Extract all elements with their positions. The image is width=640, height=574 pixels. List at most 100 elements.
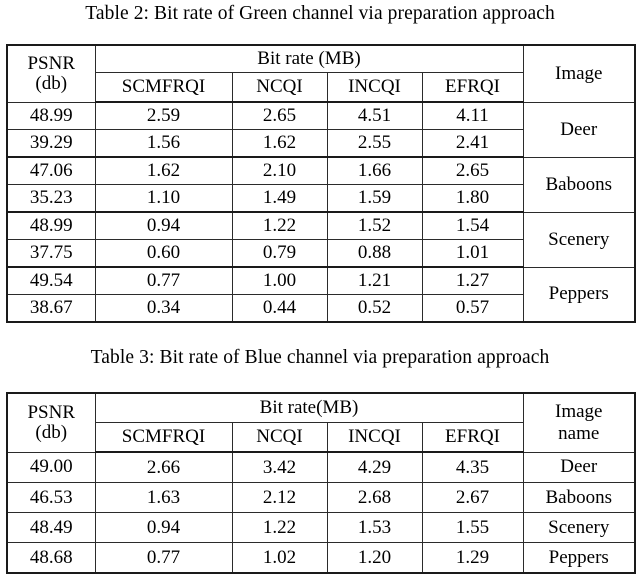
cell-efrqi: 1.80 [421,184,524,213]
cell-image-name: Deer [522,451,636,483]
cell-efrqi: 1.27 [421,266,524,295]
cell-scmfrqi: 1.62 [94,156,233,185]
cell-psnr: 47.06 [6,156,96,185]
cell-ncqi: 1.62 [231,129,328,158]
cell-scmfrqi: 0.77 [94,266,233,295]
cell-incqi: 0.52 [326,294,423,323]
table-row: 49.00 2.66 3.42 4.29 4.35 Deer [6,451,636,483]
cell-efrqi: 1.55 [421,512,524,543]
cell-image-name: Baboons [522,482,636,513]
table-2-header-row-1: PSNR (db) Bit rate (MB) Image [6,44,636,103]
cell-psnr: 35.23 [6,184,96,213]
cell-ncqi: 0.44 [231,294,328,323]
table-2-caption: Table 2: Bit rate of Green channel via p… [85,3,555,24]
cell-incqi: 1.59 [326,184,423,213]
cell-scmfrqi: 0.60 [94,239,233,268]
cell-scmfrqi: 0.34 [94,294,233,323]
cell-efrqi: 1.54 [421,211,524,240]
cell-scmfrqi: 0.94 [94,211,233,240]
cell-ncqi: 3.42 [231,451,328,483]
cell-incqi: 1.53 [326,512,423,543]
cell-incqi: 4.51 [326,101,423,130]
cell-psnr: 48.49 [6,512,96,543]
table-3-header-col-incqi: INCQI [326,422,423,453]
cell-incqi: 1.66 [326,156,423,185]
cell-incqi: 1.52 [326,211,423,240]
cell-scmfrqi: 1.56 [94,129,233,158]
table-3-header-psnr-line1: PSNR [27,401,76,423]
cell-psnr: 46.53 [6,482,96,513]
cell-efrqi: 2.67 [421,482,524,513]
table-2: PSNR (db) Bit rate (MB) Image SCMFRQI NC… [6,44,636,323]
table-row: 49.54 0.77 1.00 1.21 1.27 Peppers [6,266,636,323]
table-row: 47.06 1.62 2.10 1.66 2.65 Baboons [6,156,636,213]
table-3-header-image: Image name [522,392,636,453]
table-2-header-psnr-line2: (db) [35,72,68,94]
cell-ncqi: 0.79 [231,239,328,268]
table-2-header-col-scmfrqi: SCMFRQI [94,72,233,103]
cell-efrqi: 1.01 [421,239,524,268]
cell-image-name: Scenery [522,211,636,268]
cell-psnr: 37.75 [6,239,96,268]
cell-scmfrqi: 2.66 [94,451,233,483]
table-3: PSNR (db) Bit rate(MB) Image name SCMFRQ… [6,392,636,574]
table-2-header-psnr-line1: PSNR [27,52,76,74]
table-3-caption: Table 3: Bit rate of Blue channel via pr… [90,347,550,368]
cell-ncqi: 2.65 [231,101,328,130]
cell-psnr: 39.29 [6,129,96,158]
cell-incqi: 4.29 [326,451,423,483]
cell-psnr: 48.68 [6,542,96,574]
cell-psnr: 49.00 [6,451,96,483]
table-3-header-group-bitrate: Bit rate(MB) [94,392,524,423]
table-3-body: 49.00 2.66 3.42 4.29 4.35 Deer 46.53 1.63 2.12 2.… [6,451,636,574]
table-2-header-image: Image [522,44,636,103]
cell-incqi: 0.88 [326,239,423,268]
cell-ncqi: 1.22 [231,211,328,240]
cell-efrqi: 4.35 [421,451,524,483]
cell-psnr: 49.54 [6,266,96,295]
cell-psnr: 48.99 [6,211,96,240]
table-3-header-image-line2: name [558,422,600,444]
cell-ncqi: 1.49 [231,184,328,213]
table-3-header-psnr: PSNR (db) [6,392,96,453]
cell-image-name: Scenery [522,512,636,543]
table-2-body: 48.99 2.59 2.65 4.51 4.11 Deer 39.29 1.56 1.62 2.… [6,101,636,323]
table-2-header-col-efrqi: EFRQI [421,72,524,103]
table-3-header-col-efrqi: EFRQI [421,422,524,453]
table-row: 48.99 2.59 2.65 4.51 4.11 Deer [6,101,636,158]
cell-ncqi: 1.02 [231,542,328,574]
cell-ncqi: 1.22 [231,512,328,543]
cell-incqi: 2.55 [326,129,423,158]
cell-efrqi: 0.57 [421,294,524,323]
table-3-header-row-1: PSNR (db) Bit rate(MB) Image name [6,392,636,453]
table-2-header-col-ncqi: NCQI [231,72,328,103]
cell-efrqi: 4.11 [421,101,524,130]
cell-scmfrqi: 1.63 [94,482,233,513]
table-2-header-col-incqi: INCQI [326,72,423,103]
cell-ncqi: 2.12 [231,482,328,513]
table-2-header-psnr: PSNR (db) [6,44,96,103]
cell-scmfrqi: 2.59 [94,101,233,130]
table-3-header-image-line1: Image [555,401,603,423]
table-3-header-col-scmfrqi: SCMFRQI [94,422,233,453]
table-2-header-group-bitrate: Bit rate (MB) [94,44,524,73]
cell-image-name: Deer [522,101,636,158]
cell-incqi: 2.68 [326,482,423,513]
table-row: 48.49 0.94 1.22 1.53 1.55 Scenery [6,512,636,543]
cell-ncqi: 2.10 [231,156,328,185]
table-row: 48.99 0.94 1.22 1.52 1.54 Scenery [6,211,636,268]
cell-scmfrqi: 0.77 [94,542,233,574]
cell-efrqi: 2.41 [421,129,524,158]
page: Table 2: Bit rate of Green channel via p… [0,0,640,574]
cell-scmfrqi: 1.10 [94,184,233,213]
cell-scmfrqi: 0.94 [94,512,233,543]
cell-image-name: Peppers [522,266,636,323]
cell-ncqi: 1.00 [231,266,328,295]
cell-psnr: 38.67 [6,294,96,323]
table-row: 48.68 0.77 1.02 1.20 1.29 Peppers [6,542,636,574]
cell-image-name: Peppers [522,542,636,574]
table-3-header-col-ncqi: NCQI [231,422,328,453]
cell-efrqi: 2.65 [421,156,524,185]
cell-efrqi: 1.29 [421,542,524,574]
table-row: 46.53 1.63 2.12 2.68 2.67 Baboons [6,482,636,513]
